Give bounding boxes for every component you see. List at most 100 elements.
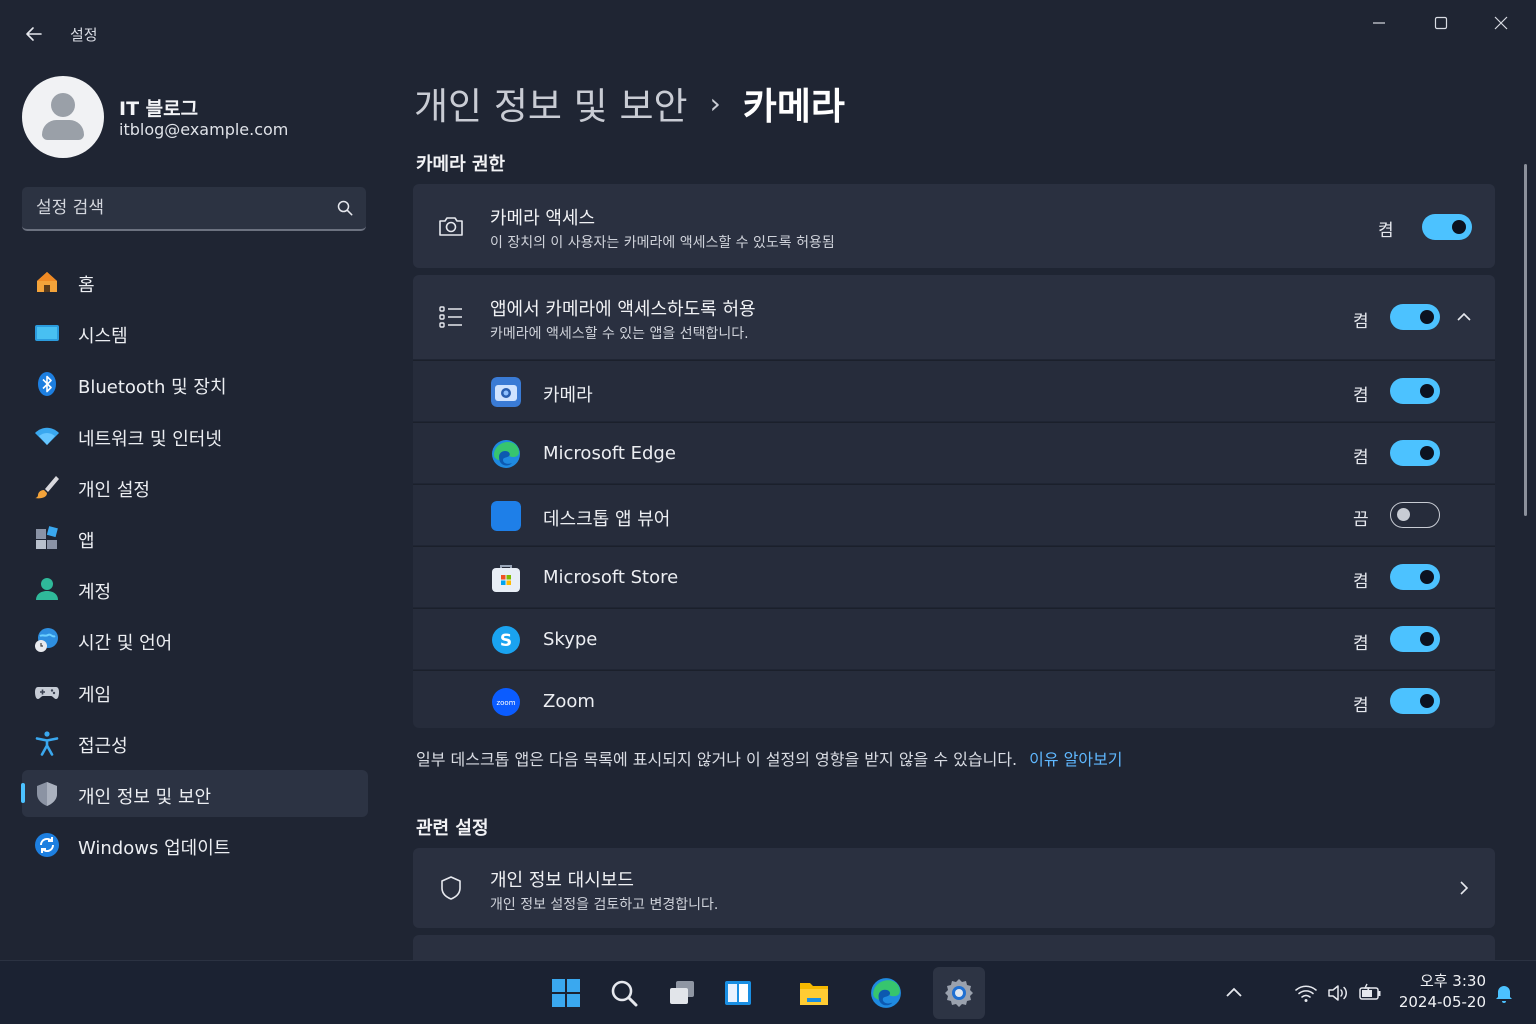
sidebar-item-gaming[interactable]: 게임 — [22, 668, 368, 715]
section-title-camera-permissions: 카메라 권한 — [416, 154, 506, 175]
widgets-icon — [725, 981, 751, 1005]
taskbar-widgets-button[interactable] — [712, 967, 764, 1019]
sidebar-item-label: 개인 정보 및 보안 — [78, 786, 212, 808]
app-camera-access-toggle[interactable] — [1390, 304, 1440, 330]
next-related-card[interactable] — [413, 935, 1495, 960]
clock-date: 2024-05-20 — [1398, 993, 1486, 1011]
taskbar-file-explorer-button[interactable] — [788, 967, 840, 1019]
close-button[interactable] — [1478, 8, 1524, 38]
sidebar-item-accessibility[interactable]: 접근성 — [22, 719, 368, 766]
skype-icon: S — [492, 626, 520, 654]
system-icon — [35, 325, 59, 342]
scrollbar[interactable] — [1524, 164, 1527, 516]
sidebar-item-label: 앱 — [78, 530, 95, 552]
file-explorer-icon — [800, 983, 828, 1005]
app-name: Microsoft Edge — [543, 443, 676, 464]
app-state: 켬 — [1353, 634, 1369, 654]
sidebar-item-label: 게임 — [78, 684, 112, 706]
breadcrumb-parent-link[interactable]: 개인 정보 및 보안 — [414, 76, 688, 130]
app-name: Skype — [543, 629, 598, 650]
sidebar-item-windows-update[interactable]: Windows 업데이트 — [22, 821, 368, 868]
brush-icon — [35, 475, 59, 499]
app-row-zoom: zoom Zoom 켬 — [413, 670, 1495, 728]
learn-why-link[interactable]: 이유 알아보기 — [1029, 750, 1122, 769]
minimize-button[interactable] — [1356, 8, 1402, 38]
desktop-app-viewer-toggle[interactable] — [1390, 502, 1440, 528]
app-state: 끔 — [1353, 510, 1369, 530]
sidebar-item-apps[interactable]: 앱 — [22, 514, 368, 561]
app-state: 켬 — [1353, 386, 1369, 406]
notification-bell-icon[interactable] — [1492, 981, 1516, 1005]
sidebar-item-bluetooth[interactable]: Bluetooth 및 장치 — [22, 360, 368, 407]
camera-app-icon — [491, 377, 521, 407]
battery-charging-icon[interactable] — [1358, 981, 1382, 1005]
svg-text:S: S — [500, 631, 512, 651]
back-button[interactable] — [20, 20, 48, 48]
sidebar-item-time-language[interactable]: 시간 및 언어 — [22, 616, 368, 663]
taskbar-clock[interactable]: 오후 3:30 2024-05-20 — [1394, 971, 1486, 1013]
zoom-icon: zoom — [492, 688, 520, 716]
wifi-status-icon[interactable] — [1294, 981, 1318, 1005]
apps-icon — [36, 526, 58, 549]
back-arrow-icon — [26, 27, 42, 41]
maximize-button[interactable] — [1418, 8, 1464, 38]
start-icon — [552, 979, 580, 1007]
microsoft-edge-toggle[interactable] — [1390, 440, 1440, 466]
sidebar-item-privacy-security[interactable]: 개인 정보 및 보안 — [21, 769, 368, 817]
sidebar-item-label: 시간 및 언어 — [78, 633, 173, 655]
desktop-app-viewer-icon — [491, 501, 521, 531]
edge-icon — [871, 978, 901, 1008]
sidebar-item-label: 홈 — [78, 275, 95, 296]
maximize-icon — [1434, 16, 1448, 30]
camera-app-toggle[interactable] — [1390, 378, 1440, 404]
volume-icon[interactable] — [1326, 981, 1350, 1005]
user-email: itblog@example.com — [119, 120, 289, 139]
desktop-apps-note: 일부 데스크톱 앱은 다음 목록에 표시되지 않거나 이 설정의 영향을 받지 … — [416, 746, 1123, 770]
taskbar: 오후 3:30 2024-05-20 — [0, 960, 1536, 1024]
sidebar-item-personalization[interactable]: 개인 설정 — [22, 463, 368, 510]
update-icon — [35, 833, 59, 858]
camera-access-card: 카메라 액세스 이 장치의 이 사용자는 카메라에 액세스할 수 있도록 허용됨… — [413, 184, 1495, 268]
app-camera-access-card[interactable]: 앱에서 카메라에 액세스하도록 허용 카메라에 액세스할 수 있는 앱을 선택합… — [413, 275, 1495, 359]
app-row-microsoft-edge: Microsoft Edge 켬 — [413, 422, 1495, 483]
title-bar: 설정 — [0, 0, 1536, 64]
gamepad-icon — [35, 686, 59, 699]
close-icon — [1494, 16, 1508, 30]
show-hidden-icons-chevron-up-icon[interactable] — [1222, 981, 1246, 1005]
privacy-dashboard-card[interactable]: 개인 정보 대시보드 개인 정보 설정을 검토하고 변경합니다. — [413, 848, 1495, 928]
globe-clock-icon — [35, 628, 58, 653]
taskbar-task-view-button[interactable] — [656, 967, 708, 1019]
taskbar-edge-button[interactable] — [860, 967, 912, 1019]
sidebar-item-system[interactable]: 시스템 — [22, 309, 368, 356]
app-state: 켬 — [1353, 696, 1369, 716]
settings-window: 설정 IT 블로그 itblog@example.com 홈 시스템 — [0, 0, 1536, 960]
app-camera-access-title: 앱에서 카메라에 액세스하도록 허용 — [490, 299, 756, 320]
search-icon[interactable] — [336, 199, 354, 217]
shield-icon — [37, 781, 57, 806]
skype-toggle[interactable] — [1390, 626, 1440, 652]
account-icon — [36, 578, 58, 601]
camera-icon — [439, 217, 463, 236]
app-name: Microsoft Store — [543, 567, 679, 588]
app-camera-access-state: 켬 — [1353, 312, 1369, 332]
microsoft-store-toggle[interactable] — [1390, 564, 1440, 590]
home-icon — [37, 272, 57, 292]
sidebar-item-network[interactable]: 네트워크 및 인터넷 — [22, 412, 368, 459]
camera-access-toggle[interactable] — [1422, 214, 1472, 240]
note-text: 일부 데스크톱 앱은 다음 목록에 표시되지 않거나 이 설정의 영향을 받지 … — [416, 750, 1018, 769]
app-name: 데스크톱 앱 뷰어 — [543, 509, 671, 530]
settings-icon — [945, 979, 973, 1007]
sidebar-item-home[interactable]: 홈 — [22, 258, 368, 305]
taskbar-start-button[interactable] — [540, 967, 592, 1019]
sidebar-item-label: 계정 — [78, 582, 112, 604]
taskbar-search-button[interactable] — [598, 967, 650, 1019]
zoom-toggle[interactable] — [1390, 688, 1440, 714]
sidebar-item-accounts[interactable]: 계정 — [22, 565, 368, 612]
breadcrumb: 개인 정보 및 보안 › 카메라 — [414, 76, 845, 130]
search-input[interactable] — [36, 195, 326, 221]
user-name: IT 블로그 — [119, 98, 199, 120]
chevron-up-icon[interactable] — [1455, 308, 1473, 326]
taskbar-settings-button[interactable] — [933, 967, 985, 1019]
privacy-dashboard-title: 개인 정보 대시보드 — [490, 870, 634, 891]
camera-access-title: 카메라 액세스 — [490, 208, 596, 229]
